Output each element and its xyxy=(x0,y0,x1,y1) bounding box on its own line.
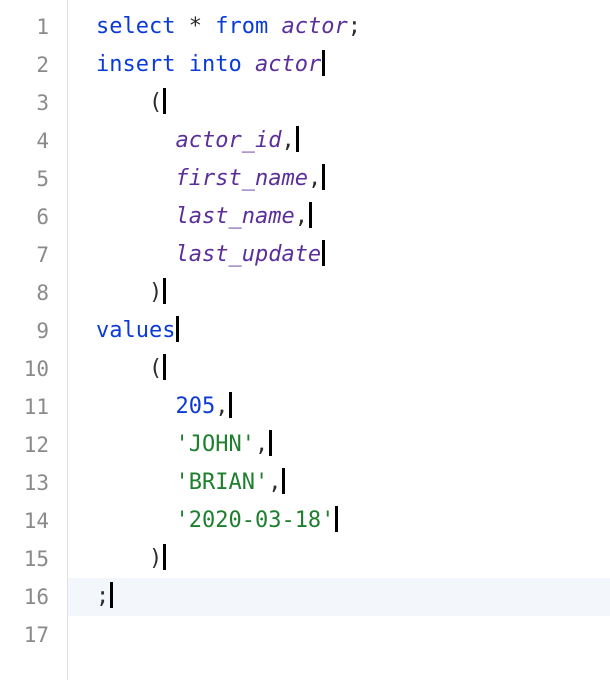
multi-cursor xyxy=(322,164,325,190)
code-line[interactable] xyxy=(96,616,610,654)
token-punc: , xyxy=(255,432,268,457)
line-number: 12 xyxy=(10,426,49,464)
line-number: 3 xyxy=(10,84,49,122)
line-number: 11 xyxy=(10,388,49,426)
line-number: 7 xyxy=(10,236,49,274)
line-number-gutter: 1234567891011121314151617 xyxy=(0,0,68,680)
multi-cursor xyxy=(322,240,325,266)
multi-cursor xyxy=(296,126,299,152)
token-kw: into xyxy=(189,52,242,77)
multi-cursor xyxy=(309,202,312,228)
token-punc: , xyxy=(295,204,308,229)
token-punc: ; xyxy=(348,14,361,39)
code-line[interactable]: ; xyxy=(68,578,610,616)
line-number: 5 xyxy=(10,160,49,198)
code-line[interactable]: ( xyxy=(96,350,610,388)
token-punc: , xyxy=(215,394,228,419)
token-punc: * xyxy=(189,14,202,39)
line-number: 8 xyxy=(10,274,49,312)
code-line[interactable]: 'BRIAN', xyxy=(96,464,610,502)
token-kw: select xyxy=(96,14,175,39)
multi-cursor xyxy=(322,50,325,76)
token-punc: ) xyxy=(149,546,162,571)
code-line[interactable]: actor_id, xyxy=(96,122,610,160)
multi-cursor xyxy=(335,506,338,532)
token-punc xyxy=(175,14,188,39)
token-punc: ) xyxy=(149,280,162,305)
multi-cursor xyxy=(163,88,166,114)
token-punc xyxy=(175,52,188,77)
token-num: 205 xyxy=(175,394,215,419)
token-punc xyxy=(242,52,255,77)
multi-cursor xyxy=(163,278,166,304)
code-editor[interactable]: 1234567891011121314151617 select * from … xyxy=(0,0,610,680)
code-line[interactable]: 'JOHN', xyxy=(96,426,610,464)
token-punc: , xyxy=(281,128,294,153)
token-punc: ; xyxy=(96,584,109,609)
code-line[interactable]: ( xyxy=(96,84,610,122)
code-line[interactable]: last_name, xyxy=(96,198,610,236)
token-punc: , xyxy=(308,166,321,191)
line-number: 1 xyxy=(10,8,49,46)
token-ident: last_name xyxy=(175,204,294,229)
token-punc xyxy=(268,14,281,39)
line-number: 6 xyxy=(10,198,49,236)
code-line[interactable]: 205, xyxy=(96,388,610,426)
code-area[interactable]: select * from actor;insert into actor ( … xyxy=(68,0,610,680)
token-punc: , xyxy=(268,470,281,495)
token-ident: last_update xyxy=(175,242,321,267)
code-line[interactable]: select * from actor; xyxy=(96,8,610,46)
code-line[interactable]: ) xyxy=(96,274,610,312)
token-punc: ( xyxy=(149,356,162,381)
multi-cursor xyxy=(229,392,232,418)
line-number: 4 xyxy=(10,122,49,160)
token-ident: actor xyxy=(255,52,321,77)
line-number: 17 xyxy=(10,616,49,654)
token-kw: values xyxy=(96,318,175,343)
line-number: 13 xyxy=(10,464,49,502)
code-line[interactable]: insert into actor xyxy=(96,46,610,84)
code-line[interactable]: last_update xyxy=(96,236,610,274)
line-number: 9 xyxy=(10,312,49,350)
token-punc: ( xyxy=(149,90,162,115)
token-str: 'BRIAN' xyxy=(175,470,268,495)
token-ident: actor_id xyxy=(175,128,281,153)
token-ident: first_name xyxy=(175,166,307,191)
token-str: 'JOHN' xyxy=(175,432,254,457)
token-punc xyxy=(202,14,215,39)
code-line[interactable]: ) xyxy=(96,540,610,578)
code-line[interactable]: '2020-03-18' xyxy=(96,502,610,540)
multi-cursor xyxy=(176,316,179,342)
token-kw: from xyxy=(215,14,268,39)
token-str: '2020-03-18' xyxy=(175,508,334,533)
code-line[interactable]: values xyxy=(96,312,610,350)
multi-cursor xyxy=(282,468,285,494)
code-line[interactable]: first_name, xyxy=(96,160,610,198)
token-ident: actor xyxy=(281,14,347,39)
multi-cursor xyxy=(163,354,166,380)
multi-cursor xyxy=(163,544,166,570)
line-number: 10 xyxy=(10,350,49,388)
line-number: 15 xyxy=(10,540,49,578)
line-number: 14 xyxy=(10,502,49,540)
token-kw: insert xyxy=(96,52,175,77)
line-number: 16 xyxy=(10,578,49,616)
multi-cursor xyxy=(110,582,113,608)
multi-cursor xyxy=(269,430,272,456)
line-number: 2 xyxy=(10,46,49,84)
